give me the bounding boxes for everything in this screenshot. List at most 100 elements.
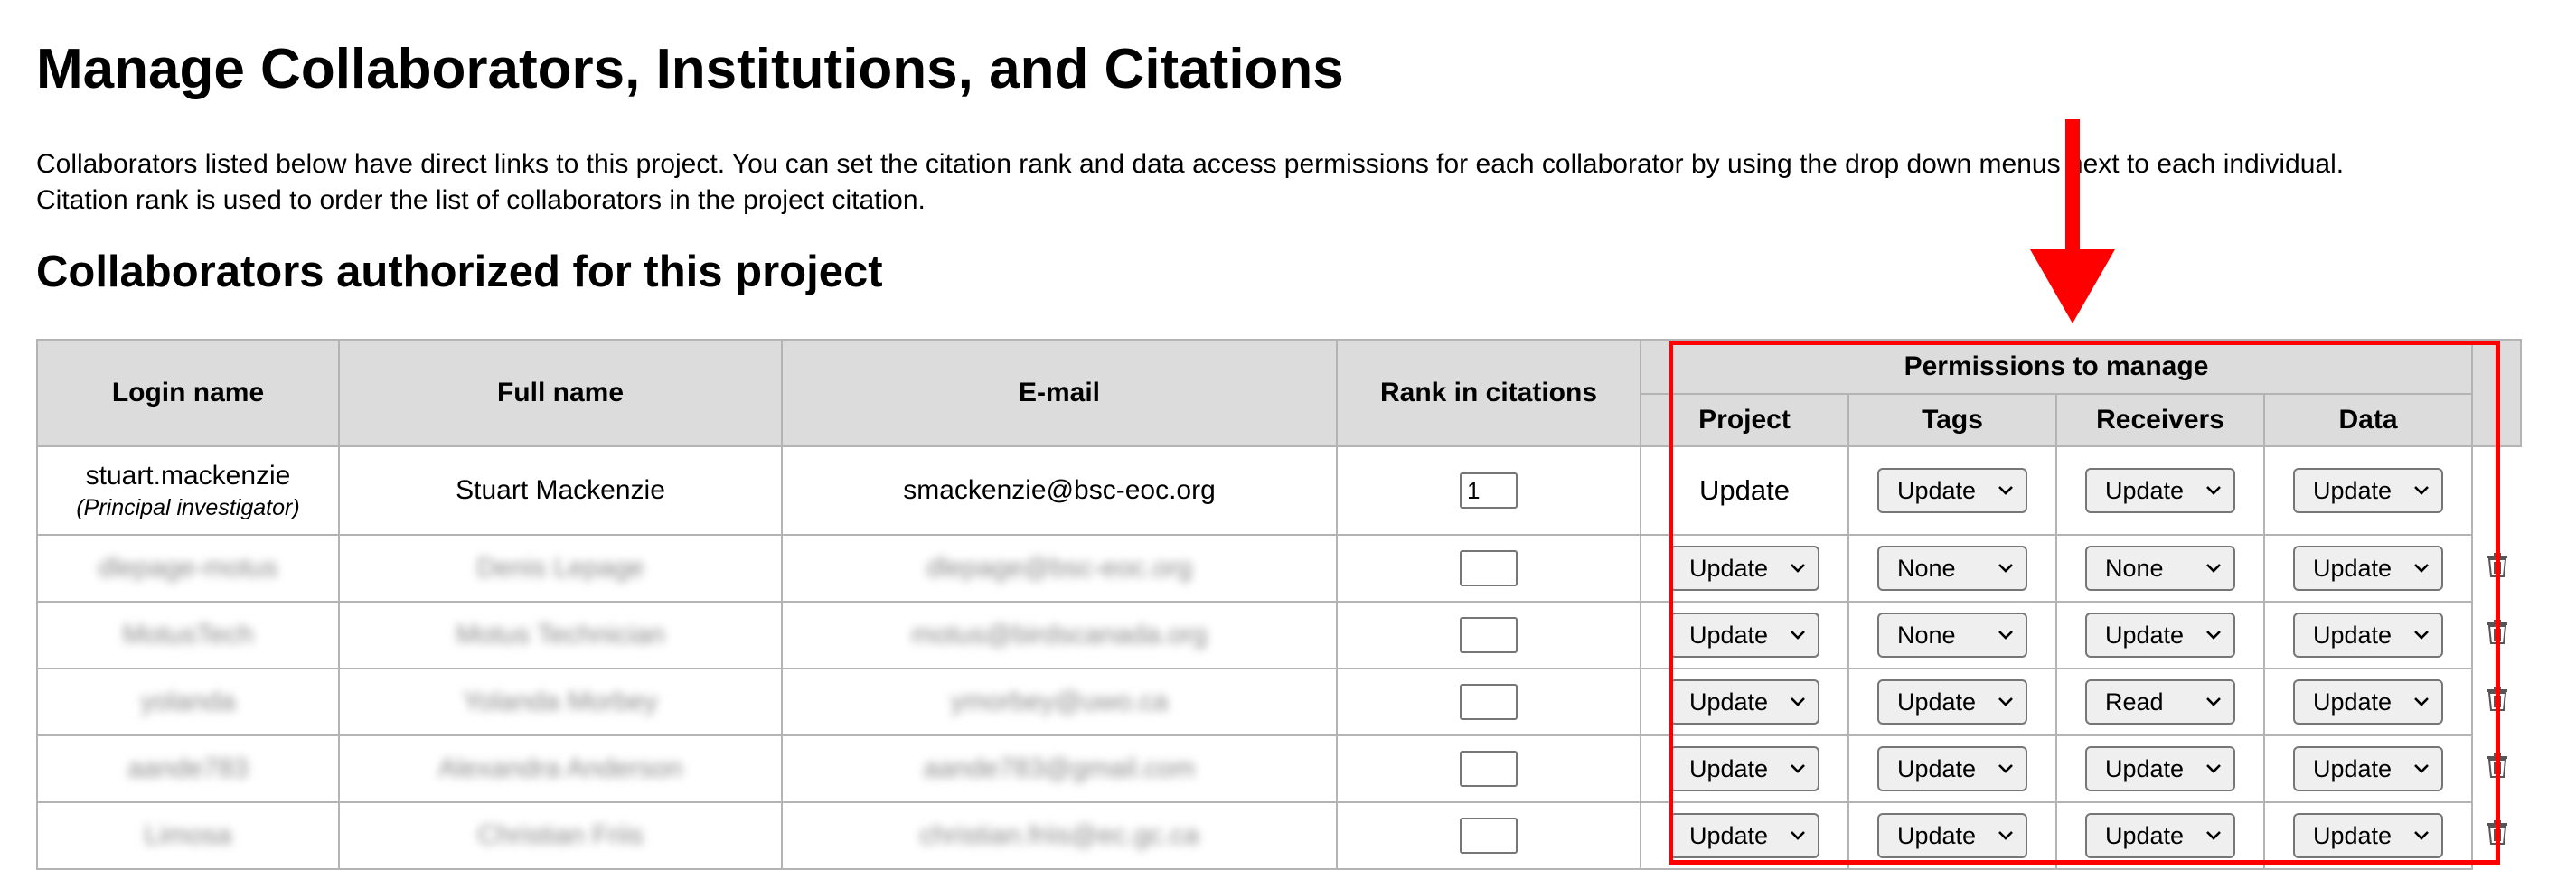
cell-project: Update — [1640, 668, 1849, 736]
project-permission-select[interactable]: Update — [1669, 546, 1819, 591]
header-login: Login name — [36, 339, 340, 447]
select-value: Update — [1897, 821, 1977, 849]
data-permission-select[interactable]: Update — [2293, 679, 2443, 725]
tags-permission-select[interactable]: Update — [1877, 813, 2027, 858]
full-name: Christian Friis — [477, 820, 644, 850]
chevron-down-icon — [1791, 631, 1805, 640]
tags-permission-select[interactable]: Update — [1877, 679, 2027, 725]
rank-input[interactable] — [1460, 550, 1518, 586]
cell-email: smackenzie@bsc-eoc.org — [781, 445, 1338, 536]
cell-rank — [1336, 445, 1641, 536]
cell-tags: Update — [1847, 734, 2057, 803]
header-email: E-mail — [781, 339, 1338, 447]
data-permission-select[interactable]: Update — [2293, 813, 2443, 858]
email: christian.friis@ec.gc.ca — [919, 820, 1199, 850]
select-value: None — [2105, 554, 2164, 582]
full-name: Motus Technician — [456, 620, 665, 650]
login-name: MotusTech — [122, 620, 254, 650]
select-value: Read — [2105, 688, 2164, 716]
chevron-down-icon — [1998, 486, 2013, 495]
trash-icon[interactable] — [2487, 619, 2508, 644]
header-receivers: Receivers — [2055, 393, 2265, 447]
cell-data: Update — [2263, 445, 2473, 536]
table-row: aande783 Alexandra Anderson aande783@gma… — [36, 734, 2521, 803]
cell-actions — [2472, 602, 2521, 669]
cell-tags: None — [1847, 534, 2057, 603]
project-permission-select[interactable]: Update — [1669, 613, 1819, 658]
receivers-permission-select[interactable]: None — [2085, 546, 2235, 591]
receivers-permission-select[interactable]: Update — [2085, 468, 2235, 513]
cell-login: Limosa — [36, 801, 340, 870]
project-permission-select[interactable]: Update — [1669, 746, 1819, 791]
cell-project: Update — [1640, 445, 1849, 536]
cell-tags: Update — [1847, 445, 2057, 536]
cell-login: yolanda — [36, 668, 340, 736]
tags-permission-select[interactable]: Update — [1877, 468, 2027, 513]
select-value: Update — [1689, 621, 1769, 649]
table-body: stuart.mackenzie (Principal investigator… — [36, 445, 2521, 870]
tags-permission-select[interactable]: Update — [1877, 746, 2027, 791]
chevron-down-icon — [1998, 764, 2013, 773]
header-actions — [2471, 339, 2522, 447]
trash-icon[interactable] — [2487, 753, 2508, 778]
project-permission-select[interactable]: Update — [1669, 813, 1819, 858]
cell-rank — [1336, 801, 1641, 870]
rank-input[interactable] — [1460, 617, 1518, 653]
data-permission-select[interactable]: Update — [2293, 468, 2443, 513]
trash-icon[interactable] — [2487, 686, 2508, 711]
cell-receivers: Update — [2055, 601, 2265, 669]
data-permission-select[interactable]: Update — [2293, 613, 2443, 658]
chevron-down-icon — [1998, 697, 2013, 706]
select-value: Update — [1897, 754, 1977, 782]
data-permission-select[interactable]: Update — [2293, 746, 2443, 791]
trash-icon[interactable] — [2487, 552, 2508, 577]
cell-project: Update — [1640, 601, 1849, 669]
receivers-permission-select[interactable]: Update — [2085, 613, 2235, 658]
login-name: Limosa — [144, 820, 232, 850]
chevron-down-icon — [2414, 764, 2429, 773]
trash-icon[interactable] — [2487, 819, 2508, 845]
tags-permission-select[interactable]: None — [1877, 613, 2027, 658]
cell-email: motus@birdscanada.org — [781, 601, 1338, 669]
cell-tags: None — [1847, 601, 2057, 669]
cell-email: dlepage@bsc-eoc.org — [781, 534, 1338, 603]
cell-login: aande783 — [36, 734, 340, 803]
header-full-name: Full name — [338, 339, 783, 447]
chevron-down-icon — [1998, 564, 2013, 573]
cell-rank — [1336, 601, 1641, 669]
header-tags: Tags — [1847, 393, 2057, 447]
header-permissions: Permissions to manage — [1640, 339, 2473, 395]
email: dlepage@bsc-eoc.org — [926, 553, 1192, 583]
select-value: Update — [2313, 754, 2393, 782]
cell-full-name: Denis Lepage — [338, 534, 783, 603]
rank-input[interactable] — [1460, 818, 1518, 854]
rank-input[interactable] — [1460, 751, 1518, 787]
data-permission-select[interactable]: Update — [2293, 546, 2443, 591]
select-value: Update — [1897, 476, 1977, 504]
table-row-principal: stuart.mackenzie (Principal investigator… — [36, 445, 2521, 536]
cell-full-name: Yolanda Morbey — [338, 668, 783, 736]
chevron-down-icon — [1791, 831, 1805, 840]
select-value: Update — [2105, 476, 2185, 504]
rank-input[interactable] — [1460, 684, 1518, 720]
cell-receivers: None — [2055, 534, 2265, 603]
chevron-down-icon — [1791, 697, 1805, 706]
receivers-permission-select[interactable]: Update — [2085, 813, 2235, 858]
chevron-down-icon — [2414, 631, 2429, 640]
email: motus@birdscanada.org — [911, 620, 1208, 650]
tags-permission-select[interactable]: None — [1877, 546, 2027, 591]
table-row: dlepage-motus Denis Lepage dlepage@bsc-e… — [36, 534, 2521, 603]
cell-receivers: Update — [2055, 734, 2265, 803]
cell-full-name: Alexandra Anderson — [338, 734, 783, 803]
cell-actions — [2472, 735, 2521, 802]
receivers-permission-select[interactable]: Update — [2085, 746, 2235, 791]
cell-receivers: Update — [2055, 801, 2265, 870]
project-permission-select[interactable]: Update — [1669, 679, 1819, 725]
receivers-permission-select[interactable]: Read — [2085, 679, 2235, 725]
cell-data: Update — [2263, 734, 2473, 803]
chevron-down-icon — [2206, 486, 2221, 495]
select-value: None — [1897, 621, 1956, 649]
select-value: None — [1897, 554, 1956, 582]
rank-input[interactable] — [1460, 472, 1518, 509]
cell-login: MotusTech — [36, 601, 340, 669]
